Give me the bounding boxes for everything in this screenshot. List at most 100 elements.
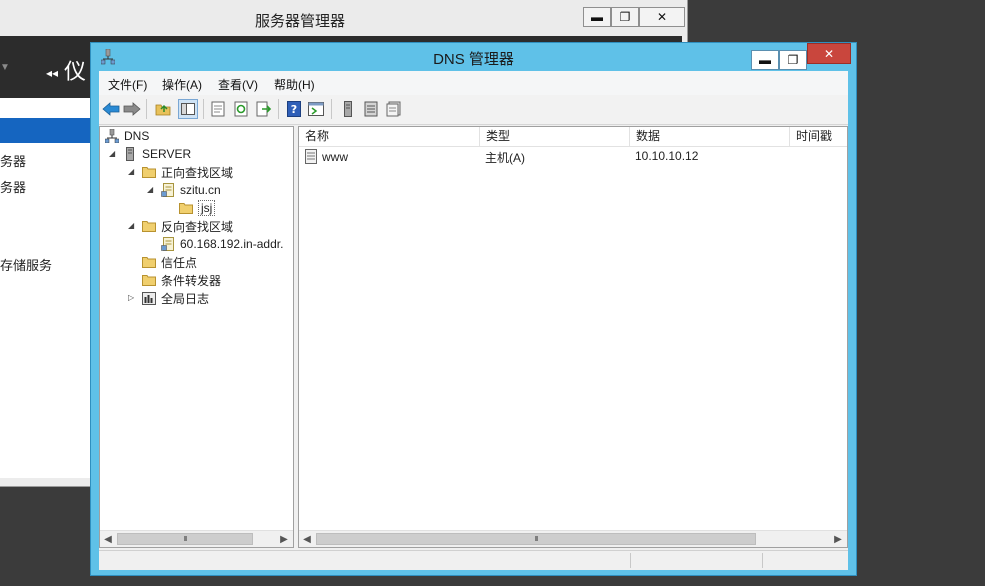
dns-maximize-button[interactable]: ❐ [779, 50, 807, 70]
dns-client-area: 文件(F) 操作(A) 查看(V) 帮助(H) ? DNS ◢ SERVER ◢… [99, 71, 848, 570]
record-name: www [322, 149, 348, 164]
server-icon [126, 147, 134, 161]
dns-manager-title: DNS 管理器 [433, 51, 514, 68]
column-header-type[interactable]: 类型 [480, 127, 630, 146]
tree-item-server[interactable]: SERVER [123, 145, 191, 163]
tree-item-global-logs[interactable]: 全局日志 [142, 289, 209, 307]
tree-label-conditional-forwarders: 条件转发器 [161, 273, 222, 288]
toolbar-separator [278, 99, 279, 119]
list-horizontal-scrollbar[interactable]: ◀ III ▶ [299, 530, 847, 547]
tree-label-subdomain: jsj [198, 200, 216, 216]
tree-label-forward-zones: 正向查找区域 [161, 165, 234, 180]
expand-triangle-icon[interactable]: ▷ [128, 293, 134, 302]
sidebar-item-all-servers[interactable]: 务器 [0, 177, 26, 196]
collapse-triangle-icon[interactable]: ◢ [109, 149, 115, 158]
dns-close-button[interactable]: ✕ [807, 43, 851, 64]
server-icon[interactable] [339, 100, 357, 118]
status-divider [762, 553, 763, 568]
tree-item-subdomain-jsj[interactable]: jsj [179, 199, 216, 217]
tree-item-conditional-forwarders[interactable]: 条件转发器 [142, 271, 221, 289]
menu-action[interactable]: 操作(A) [162, 76, 202, 93]
status-divider [630, 553, 631, 568]
column-header-timestamp[interactable]: 时间戳 [790, 127, 847, 146]
tree-label-reverse-zones: 反向查找区域 [161, 219, 234, 234]
toolbar-separator [331, 99, 332, 119]
dns-minimize-button[interactable]: ▬ [751, 50, 779, 70]
collapse-triangle-icon[interactable]: ◢ [128, 167, 134, 176]
scroll-right-icon[interactable]: ▶ [830, 531, 846, 547]
tree-item-reverse-zone[interactable]: 60.168.192.in-addr. [161, 235, 283, 253]
console-icon[interactable] [307, 100, 325, 118]
sidebar-item-storage-services[interactable]: 存储服务 [0, 255, 52, 274]
scroll-right-icon[interactable]: ▶ [276, 531, 292, 547]
tree-item-trust-points[interactable]: 信任点 [142, 253, 197, 271]
scroll-thumb[interactable]: III [316, 533, 756, 545]
server-manager-title: 服务器管理器 [254, 13, 345, 30]
server-manager-sidebar: 务器 务器 存储服务 [0, 98, 92, 478]
records-icon[interactable] [385, 100, 403, 118]
server-manager-minimize-button[interactable]: ▬ [583, 7, 611, 27]
scroll-left-icon[interactable]: ◀ [299, 531, 315, 547]
menu-file[interactable]: 文件(F) [108, 76, 147, 93]
folder-icon [179, 203, 193, 214]
zone-file-icon [161, 183, 174, 197]
folder-icon [142, 257, 156, 268]
record-name-cell: www [304, 149, 348, 164]
collapse-triangle-icon[interactable]: ◢ [147, 185, 153, 194]
properties-icon[interactable] [209, 100, 227, 118]
zone-file-icon [161, 237, 174, 251]
server-manager-maximize-button[interactable]: ❐ [611, 7, 639, 27]
server-manager-titlebar: 服务器管理器 ▬ ❐ ✕ [0, 0, 687, 36]
tree-label-zone: szitu.cn [180, 183, 221, 197]
tree-label-reverse-zone: 60.168.192.in-addr. [180, 237, 284, 251]
collapse-triangle-icon[interactable]: ◢ [128, 221, 134, 230]
back-chevron-icon[interactable]: ◂◂ [46, 66, 58, 80]
column-header-data[interactable]: 数据 [630, 127, 790, 146]
list-header: 名称 类型 数据 时间戳 [299, 127, 847, 147]
scroll-thumb[interactable]: III [117, 533, 253, 545]
dns-manager-window: DNS 管理器 ▬ ❐ ✕ 文件(F) 操作(A) 查看(V) 帮助(H) ? … [90, 42, 857, 576]
breadcrumb-label: 仪 [64, 59, 87, 84]
folder-icon [142, 167, 156, 178]
scroll-left-icon[interactable]: ◀ [100, 531, 116, 547]
sidebar-item-local-server[interactable]: 务器 [0, 151, 26, 170]
status-bar [99, 550, 848, 570]
column-header-name[interactable]: 名称 [299, 127, 480, 146]
toolbar-separator [146, 99, 147, 119]
menu-bar: 文件(F) 操作(A) 查看(V) 帮助(H) [99, 71, 848, 95]
server-manager-breadcrumb: ◂◂ 仪 [46, 54, 86, 86]
folder-icon [142, 275, 156, 286]
server-manager-close-button[interactable]: ✕ [639, 7, 685, 27]
sidebar-item-selected[interactable] [0, 118, 92, 143]
tree-label-trust-points: 信任点 [161, 255, 198, 270]
forward-arrow-icon[interactable] [123, 100, 141, 118]
tree-label-server: SERVER [142, 147, 192, 161]
tree-item-forward-zones[interactable]: 正向查找区域 [142, 163, 233, 181]
export-list-icon[interactable] [255, 100, 273, 118]
menu-view[interactable]: 查看(V) [218, 76, 258, 93]
console-tree: DNS ◢ SERVER ◢ 正向查找区域 ◢ szitu.cn jsj ◢ 反… [99, 126, 294, 548]
menu-help[interactable]: 帮助(H) [274, 76, 315, 93]
tree-horizontal-scrollbar[interactable]: ◀ III ▶ [100, 530, 293, 547]
record-type: 主机(A) [485, 151, 525, 165]
log-icon [142, 292, 156, 305]
results-list: 名称 类型 数据 时间戳 www 主机(A) 10.10.10.12 ◀ III… [298, 126, 848, 548]
svg-text:?: ? [291, 103, 297, 116]
back-arrow-icon[interactable] [102, 100, 120, 118]
tree-label-dns: DNS [124, 129, 150, 143]
show-hide-tree-icon[interactable] [178, 99, 198, 119]
folder-icon [142, 221, 156, 232]
up-folder-icon[interactable] [154, 100, 172, 118]
dns-icon [105, 129, 119, 143]
tree-item-dns[interactable]: DNS [105, 127, 149, 145]
tree-label-global-logs: 全局日志 [161, 291, 210, 306]
record-icon [305, 149, 317, 164]
help-icon[interactable]: ? [285, 100, 303, 118]
tree-item-reverse-zones[interactable]: 反向查找区域 [142, 217, 233, 235]
record-data: 10.10.10.12 [635, 149, 699, 163]
tree-item-zone-szitu[interactable]: szitu.cn [161, 181, 221, 199]
toolbar: ? [99, 95, 848, 125]
chevron-down-icon[interactable]: ▼ [0, 62, 10, 73]
refresh-icon[interactable] [232, 100, 250, 118]
zone-icon[interactable] [362, 100, 380, 118]
